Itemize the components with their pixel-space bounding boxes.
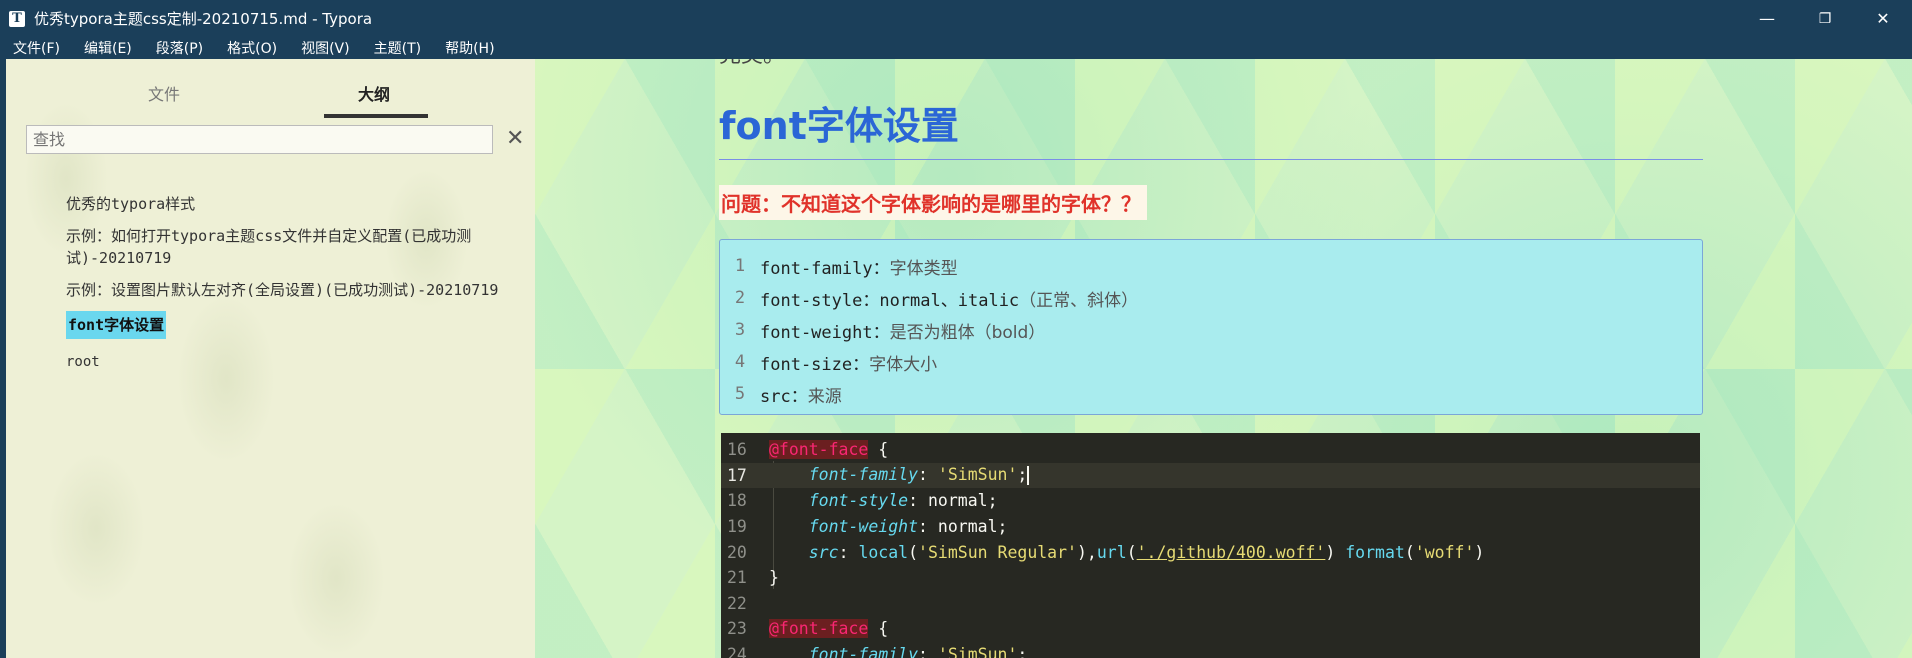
code-line: 22	[721, 591, 1700, 617]
maximize-button[interactable]: ❐	[1796, 0, 1854, 37]
code-text: font-style：normal、italic（正常、斜体）	[760, 290, 1139, 311]
question-callout: 问题：不知道这个字体影响的是哪里的字体？？	[719, 185, 1147, 220]
line-number: 23	[727, 619, 747, 639]
outline-item[interactable]: root	[66, 351, 526, 373]
code-text: font-weight：是否为粗体（bold）	[760, 322, 1046, 343]
code-text: src: local('SimSun Regular'),url('./gith…	[808, 542, 1485, 562]
code-line: 2 font-style：normal、italic（正常、斜体）	[720, 282, 1702, 314]
menu-theme[interactable]: 主题(T)	[367, 38, 421, 58]
code-line-current: 17 font-family: 'SimSun';	[721, 462, 1700, 489]
line-number: 3	[734, 320, 746, 340]
close-icon[interactable]: ✕	[506, 126, 524, 151]
code-line: 21 }	[721, 565, 1700, 591]
line-number: 21	[727, 568, 747, 588]
menu-paragraph[interactable]: 段落(P)	[149, 38, 203, 58]
code-text: font-family：字体类型	[760, 258, 958, 279]
font-face-codeblock[interactable]: 16 @font-face { 17 font-family: 'SimSun'…	[721, 433, 1700, 658]
heading-font-settings: font字体设置	[719, 104, 959, 148]
previous-paragraph: 完美。	[719, 59, 785, 69]
menu-edit[interactable]: 编辑(E)	[77, 38, 132, 58]
code-line: 16 @font-face {	[721, 437, 1700, 463]
code-text: font-size：字体大小	[760, 354, 938, 375]
outline-item[interactable]: 示例：设置图片默认左对齐(全局设置)(已成功测试)-20210719	[66, 279, 526, 301]
close-button[interactable]: ✕	[1854, 0, 1912, 37]
code-line: 1 font-family：字体类型	[720, 250, 1702, 282]
line-number: 2	[734, 288, 746, 308]
typora-app-icon: T	[9, 10, 25, 27]
sidebar: 文件 大纲 ✕ 优秀的typora样式 示例：如何打开typora主题css文件…	[0, 59, 535, 658]
menu-bar: 文件(F) 编辑(E) 段落(P) 格式(O) 视图(V) 主题(T) 帮助(H…	[0, 37, 1912, 59]
outline-item[interactable]: 优秀的typora样式	[66, 193, 526, 215]
code-line: 23 @font-face {	[721, 616, 1700, 642]
window-title: 优秀typora主题css定制-20210715.md - Typora	[34, 10, 373, 28]
outline-item-active[interactable]: font字体设置	[66, 311, 167, 339]
title-bar: T 优秀typora主题css定制-20210715.md - Typora —…	[0, 0, 1912, 37]
text-cursor	[1027, 466, 1030, 486]
code-text: @font-face {	[769, 619, 889, 639]
menu-file[interactable]: 文件(F)	[6, 38, 60, 58]
outline-search-input[interactable]	[26, 125, 493, 154]
code-line: 20 src: local('SimSun Regular'),url('./g…	[721, 539, 1700, 565]
active-tab-indicator	[324, 114, 428, 118]
code-line: 18 font-style: normal;	[721, 488, 1700, 514]
code-line: 4 font-size：字体大小	[720, 346, 1702, 378]
line-number: 22	[727, 593, 747, 613]
code-text: src：来源	[760, 386, 842, 407]
code-line: 24 font-family: 'SimSun';	[721, 642, 1700, 658]
code-text: font-weight: normal;	[808, 517, 1008, 537]
line-number: 24	[727, 645, 747, 658]
heading-underline	[719, 159, 1703, 160]
code-line: 19 font-weight: normal;	[721, 514, 1700, 540]
menu-view[interactable]: 视图(V)	[294, 38, 350, 58]
minimize-button[interactable]: —	[1738, 0, 1796, 37]
code-line: 3 font-weight：是否为粗体（bold）	[720, 314, 1702, 346]
font-properties-codeblock[interactable]: 1 font-family：字体类型 2 font-style：normal、i…	[719, 239, 1703, 415]
window-controls: — ❐ ✕	[1738, 0, 1912, 37]
line-number: 19	[727, 517, 747, 537]
code-text: font-style: normal;	[808, 491, 998, 511]
sidebar-tabs: 文件 大纲	[6, 59, 535, 119]
line-number: 20	[727, 542, 747, 562]
outline-list: 优秀的typora样式 示例：如何打开typora主题css文件并自定义配置(已…	[66, 193, 526, 383]
line-number: 1	[734, 256, 746, 276]
line-number: 16	[727, 440, 747, 460]
line-number: 5	[734, 384, 746, 404]
outline-item[interactable]: 示例：如何打开typora主题css文件并自定义配置(已成功测试)-202107…	[66, 225, 526, 269]
code-text: font-family: 'SimSun';	[808, 645, 1028, 658]
tab-outline[interactable]: 大纲	[358, 81, 390, 105]
line-number: 4	[734, 352, 746, 372]
line-number: 17	[727, 465, 747, 485]
menu-format[interactable]: 格式(O)	[220, 38, 277, 58]
tab-files[interactable]: 文件	[148, 81, 180, 105]
code-text: @font-face {	[769, 440, 889, 460]
code-text: }	[769, 568, 779, 588]
editor-area[interactable]: 完美。 font字体设置 问题：不知道这个字体影响的是哪里的字体？？ 1 fon…	[535, 59, 1912, 658]
menu-help[interactable]: 帮助(H)	[438, 38, 494, 58]
code-line: 5 src：来源	[720, 378, 1702, 410]
code-text: font-family: 'SimSun';	[808, 465, 1030, 486]
line-number: 18	[727, 491, 747, 511]
